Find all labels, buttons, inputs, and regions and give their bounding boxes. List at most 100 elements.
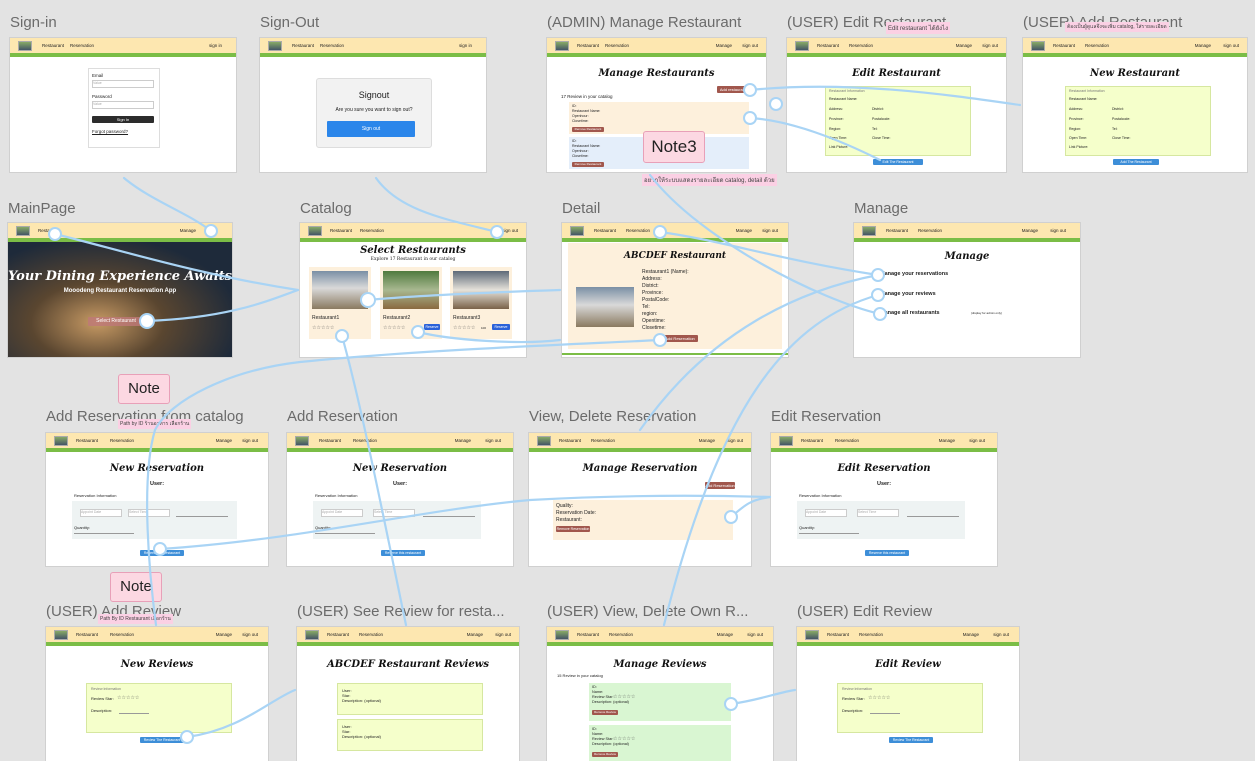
nav-restaurant[interactable]: Restaurant [292, 43, 314, 48]
nav-restaurant[interactable]: Restaurant [577, 43, 599, 48]
nav-reservation[interactable]: Reservation [320, 43, 344, 48]
nav-manage[interactable]: Manage [180, 228, 196, 233]
field-postalcode[interactable]: Postalcode: [872, 117, 890, 122]
nav-reservation[interactable]: Reservation [849, 43, 873, 48]
nav-manage[interactable]: Manage [716, 43, 732, 48]
field-opentime[interactable]: Open Time: [829, 136, 847, 141]
remove-restaurant-button[interactable]: Remove Restaurant [572, 162, 604, 167]
field-address[interactable]: Address: [1069, 107, 1083, 112]
field-district[interactable]: District: [1112, 107, 1124, 112]
nav-reservation[interactable]: Reservation [1085, 43, 1109, 48]
field-region[interactable]: Region: [829, 127, 841, 132]
nav-manage[interactable]: Manage [939, 438, 955, 443]
sticky-note[interactable]: Note [118, 374, 170, 404]
nav-manage[interactable]: Manage [467, 632, 483, 637]
reserve-button[interactable]: Reserve this restaurant [381, 550, 425, 556]
appoint-date-field[interactable]: Appoint Date [80, 509, 122, 517]
nav-manage[interactable]: Manage [1022, 228, 1038, 233]
restaurant-card[interactable]: Restaurant2 ☆☆☆☆☆ Reserve [380, 267, 442, 339]
nav-sign-out[interactable]: sign out [242, 632, 258, 637]
nav-restaurant[interactable]: Restaurant [817, 43, 839, 48]
nav-manage[interactable]: Manage [1195, 43, 1211, 48]
add-restaurant-button[interactable]: Add The Restaurant [1113, 159, 1159, 165]
nav-sign-in[interactable]: sign in [209, 43, 222, 48]
nav-reservation[interactable]: Reservation [353, 438, 377, 443]
select-restaurant-button[interactable]: Select Restaurant [88, 317, 144, 326]
restaurant-card[interactable]: Restaurant3 ☆☆☆☆☆ 100 Reserve [450, 267, 512, 339]
nav-sign-out[interactable]: sign out [993, 632, 1009, 637]
quantity-input[interactable] [315, 533, 375, 534]
nav-restaurant[interactable]: Restaurant [886, 228, 908, 233]
reserve-button[interactable]: Reserve this restaurant [140, 550, 184, 556]
nav-reservation[interactable]: Reservation [626, 228, 650, 233]
nav-reservation[interactable]: Reservation [110, 438, 134, 443]
nav-manage[interactable]: Manage [216, 632, 232, 637]
nav-sign-out[interactable]: sign out [742, 43, 758, 48]
description-input[interactable] [870, 713, 900, 714]
nav-reservation[interactable]: Reservation [70, 43, 94, 48]
select-time-field[interactable]: Select Time [128, 509, 170, 517]
nav-sign-out[interactable]: sign out [485, 438, 501, 443]
edit-restaurant-button[interactable]: Edit The Restaurant [873, 159, 923, 165]
nav-manage[interactable]: Manage [736, 228, 752, 233]
quantity-input[interactable] [74, 533, 134, 534]
restaurant-select[interactable] [423, 516, 475, 517]
nav-manage[interactable]: Manage [963, 632, 979, 637]
field-link-picture[interactable]: Link Picture: [829, 145, 848, 150]
review-button[interactable]: Review The Restaurant [140, 737, 184, 743]
nav-sign-out[interactable]: sign out [727, 438, 743, 443]
nav-restaurant[interactable]: Restaurant [76, 632, 98, 637]
nav-sign-in[interactable]: sign in [459, 43, 472, 48]
reserve-button[interactable]: Reserve [492, 324, 510, 330]
manage-reviews-link[interactable]: Manage your reviews [880, 291, 936, 298]
nav-reservation[interactable]: Reservation [110, 632, 134, 637]
appoint-date-field[interactable]: Appoint Date [805, 509, 847, 517]
manage-reservations-link[interactable]: Manage your reservations [880, 271, 948, 278]
field-opentime[interactable]: Open Time: [1069, 136, 1087, 141]
nav-restaurant[interactable]: Restaurant [594, 228, 616, 233]
nav-reservation[interactable]: Reservation [360, 228, 384, 233]
nav-restaurant[interactable]: Restaurant [319, 438, 341, 443]
nav-restaurant[interactable]: Restaurant [42, 43, 64, 48]
field-province[interactable]: Province: [829, 117, 844, 122]
nav-sign-out[interactable]: sign out [1223, 43, 1239, 48]
field-name[interactable]: Restaurant Name: [829, 97, 857, 102]
nav-manage[interactable]: Manage [455, 438, 471, 443]
password-field[interactable]: Value [92, 101, 154, 109]
add-restaurant-button[interactable]: Add restaurant [717, 86, 749, 93]
nav-manage[interactable]: Manage [216, 438, 232, 443]
nav-restaurant[interactable]: Restaurant [1053, 43, 1075, 48]
signout-button[interactable]: Sign out [327, 121, 415, 137]
nav-reservation[interactable]: Reservation [859, 632, 883, 637]
nav-sign-out[interactable]: sign out [747, 632, 763, 637]
nav-reservation[interactable]: Reservation [835, 438, 859, 443]
field-province[interactable]: Province: [1069, 117, 1084, 122]
nav-sign-out[interactable]: sign out [242, 438, 258, 443]
add-reservation-button[interactable]: Add Reservation [705, 482, 735, 489]
signin-button[interactable]: Sign In [92, 116, 154, 123]
nav-restaurant[interactable]: Restaurant [559, 438, 581, 443]
restaurant-select[interactable] [176, 516, 228, 517]
nav-restaurant[interactable]: Restaurant [801, 438, 823, 443]
field-name[interactable]: Restaurant Name: [1069, 97, 1097, 102]
review-stars-input[interactable]: ☆☆☆☆☆ [868, 695, 890, 701]
field-district[interactable]: District: [872, 107, 884, 112]
nav-reservation[interactable]: Reservation [591, 438, 615, 443]
nav-restaurant[interactable]: Restaurant [327, 632, 349, 637]
nav-manage[interactable]: Manage [717, 632, 733, 637]
nav-sign-out[interactable]: sign out [982, 43, 998, 48]
nav-manage[interactable]: Manage [699, 438, 715, 443]
reserve-button[interactable]: Reserve this restaurant [865, 550, 909, 556]
appoint-date-field[interactable]: Appoint Date [321, 509, 363, 517]
review-button[interactable]: Review The Restaurant [889, 737, 933, 743]
field-tel[interactable]: Tel: [1112, 127, 1117, 132]
field-closetime[interactable]: Close Time: [872, 136, 890, 141]
nav-sign-out[interactable]: sign out [969, 438, 985, 443]
remove-restaurant-button[interactable]: Remove Restaurant [572, 127, 604, 132]
remove-review-button[interactable]: Remove Review [592, 752, 618, 757]
add-reservation-button[interactable]: Add Reservation [662, 335, 698, 342]
forgot-password-link[interactable]: Forgot password? [92, 129, 128, 135]
field-tel[interactable]: Tel: [872, 127, 877, 132]
restaurant-select[interactable] [907, 516, 959, 517]
nav-reservation[interactable]: Reservation [605, 43, 629, 48]
